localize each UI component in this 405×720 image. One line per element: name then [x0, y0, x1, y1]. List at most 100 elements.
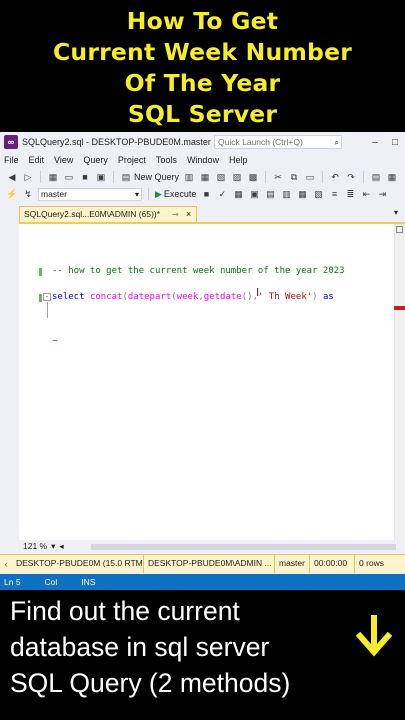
- left-panel-strip: [0, 204, 18, 576]
- quick-launch-input[interactable]: Quick Launch (Ctrl+Q) ⌕: [214, 135, 342, 149]
- forward-icon[interactable]: ▷: [22, 171, 34, 183]
- bottom-banner: Find out the current database in sql ser…: [0, 590, 405, 720]
- query-status-bar: ‹ DESKTOP-PBUDE0M (15.0 RTM) DESKTOP-PBU…: [0, 554, 405, 573]
- menu-file[interactable]: File: [0, 155, 25, 165]
- increase-indent-icon[interactable]: ⇥: [376, 188, 388, 200]
- code-select-line: select concat(datepart(week,getdate(),' …: [52, 292, 334, 302]
- results-grid-icon[interactable]: ▦: [296, 188, 308, 200]
- sql-editor-toolbar: ⚡ ↯ master ▶ Execute ■ ✓ ▦ ▣ ▤ ▥ ▦ ▧ ≡ ≣…: [0, 185, 405, 203]
- copy-icon[interactable]: ⧉: [288, 171, 300, 183]
- ssms-window: ∞ SQLQuery2.sql - DESKTOP-PBUDE0M.master…: [0, 132, 405, 590]
- error-squiggle: ~: [52, 336, 58, 347]
- zoom-bar: 121 % ▾ ◂: [19, 540, 405, 554]
- save-icon[interactable]: ■: [79, 171, 91, 183]
- activity-monitor-icon[interactable]: ▤: [370, 171, 382, 183]
- column-number: Col: [44, 577, 58, 587]
- server-info: DESKTOP-PBUDE0M (15.0 RTM): [12, 554, 144, 573]
- standard-toolbar: ◀ ▷ ▦ ▭ ■ ▣ ▤ New Query ▥ ▦ ▧ ▨ ▩ ✂ ⧉ ▭ …: [0, 168, 405, 186]
- arrow-down-icon: [355, 615, 393, 657]
- window-title: SQLQuery2.sql - DESKTOP-PBUDE0M.master (…: [22, 137, 218, 147]
- menu-bar: File Edit View Query Project Tools Windo…: [0, 152, 405, 168]
- back-icon[interactable]: ◀: [6, 171, 18, 183]
- menu-help[interactable]: Help: [225, 155, 254, 165]
- vertical-scrollbar[interactable]: [394, 224, 405, 540]
- error-scroll-marker: [394, 306, 405, 310]
- parse-icon[interactable]: ✓: [216, 188, 228, 200]
- decrease-indent-icon[interactable]: ⇤: [360, 188, 372, 200]
- redo-icon[interactable]: ↷: [345, 171, 357, 183]
- text-cursor-icon: I: [256, 286, 260, 299]
- xmla-query-icon[interactable]: ▨: [231, 171, 243, 183]
- save-all-icon[interactable]: ▣: [95, 171, 107, 183]
- zoom-select[interactable]: 121 % ▾ ◂: [23, 541, 64, 552]
- scroll-left-icon[interactable]: ◂: [59, 541, 63, 552]
- cancel-query-icon[interactable]: ■: [200, 188, 212, 200]
- menu-window[interactable]: Window: [183, 155, 225, 165]
- title-line-4: SQL Server: [127, 100, 278, 128]
- menu-project[interactable]: Project: [114, 155, 152, 165]
- execute-button[interactable]: ▶ Execute: [155, 189, 196, 200]
- search-icon: ⌕: [334, 138, 339, 147]
- query-designer-icon[interactable]: ▣: [248, 188, 260, 200]
- uncomment-icon[interactable]: ≣: [344, 188, 356, 200]
- paste-icon[interactable]: ▭: [304, 171, 316, 183]
- menu-edit[interactable]: Edit: [25, 155, 51, 165]
- bottom-line-3: SQL Query (2 methods): [10, 668, 291, 698]
- chevron-down-icon: ▾: [51, 541, 56, 551]
- display-plan-icon[interactable]: ▦: [232, 188, 244, 200]
- database-info: master: [275, 554, 310, 573]
- horizontal-scrollbar[interactable]: [91, 544, 396, 550]
- title-line-1: How To Get: [126, 7, 279, 35]
- split-icon[interactable]: [396, 226, 403, 233]
- new-query-icon: ▤: [121, 171, 131, 182]
- intellisense-icon[interactable]: ▤: [264, 188, 276, 200]
- menu-query[interactable]: Query: [79, 155, 114, 165]
- cut-icon[interactable]: ✂: [272, 171, 284, 183]
- dmx-query-icon[interactable]: ▧: [215, 171, 227, 183]
- bottom-line-1: Find out the current: [10, 596, 240, 626]
- execute-play-icon: ▶: [155, 188, 162, 199]
- insert-mode: INS: [81, 577, 96, 587]
- db-engine-query-icon[interactable]: ▥: [183, 171, 195, 183]
- connect-icon[interactable]: ⚡: [6, 188, 18, 200]
- query-editor[interactable]: -- how to get the current week number of…: [19, 222, 405, 540]
- minimize-icon[interactable]: –: [365, 132, 385, 152]
- properties-icon[interactable]: ▦: [386, 171, 398, 183]
- code-comment-line: -- how to get the current week number of…: [52, 266, 345, 276]
- change-connection-icon[interactable]: ↯: [22, 188, 34, 200]
- title-banner: How To Get Current Week Number Of The Ye…: [0, 0, 405, 132]
- title-line-3: Of The Year: [124, 69, 281, 97]
- pin-icon[interactable]: ⊸: [172, 207, 179, 222]
- bottom-line-2: database in sql server: [10, 632, 270, 662]
- row-count: 0 rows: [359, 557, 385, 568]
- tab-overflow-icon[interactable]: ▾: [394, 208, 398, 217]
- change-marker: [39, 268, 42, 276]
- fold-line: [47, 302, 48, 318]
- elapsed-time: 00:00:00: [310, 554, 355, 573]
- menu-tools[interactable]: Tools: [152, 155, 183, 165]
- menu-view[interactable]: View: [50, 155, 79, 165]
- results-file-icon[interactable]: ▧: [312, 188, 324, 200]
- ssms-logo-icon: ∞: [4, 135, 18, 149]
- tab-sqlquery2[interactable]: SQLQuery2.sql...E0M\ADMIN (65))* ⊸ ×: [19, 206, 197, 222]
- open-file-icon[interactable]: ▭: [63, 171, 75, 183]
- user-info: DESKTOP-PBUDE0M\ADMIN ...: [144, 554, 275, 573]
- comment-icon[interactable]: ≡: [328, 188, 340, 200]
- window-controls: – □: [365, 132, 405, 152]
- title-line-2: Current Week Number: [52, 38, 353, 66]
- results-text-icon[interactable]: ▥: [280, 188, 292, 200]
- chevron-left-icon: ‹: [4, 558, 8, 569]
- status-bar: Ln 5 Col INS: [0, 574, 405, 590]
- new-query-button[interactable]: ▤ New Query: [120, 171, 179, 183]
- dax-query-icon[interactable]: ▩: [247, 171, 259, 183]
- database-select[interactable]: master: [38, 187, 142, 201]
- line-number: Ln 5: [4, 577, 21, 587]
- window-titlebar: ∞ SQLQuery2.sql - DESKTOP-PBUDE0M.master…: [0, 132, 405, 152]
- close-icon[interactable]: ×: [186, 207, 191, 222]
- mdx-query-icon[interactable]: ▦: [199, 171, 211, 183]
- maximize-icon[interactable]: □: [385, 132, 405, 152]
- change-marker: [39, 294, 42, 302]
- collapse-toggle-icon[interactable]: -: [43, 293, 51, 301]
- new-project-icon[interactable]: ▦: [47, 171, 59, 183]
- undo-icon[interactable]: ↶: [329, 171, 341, 183]
